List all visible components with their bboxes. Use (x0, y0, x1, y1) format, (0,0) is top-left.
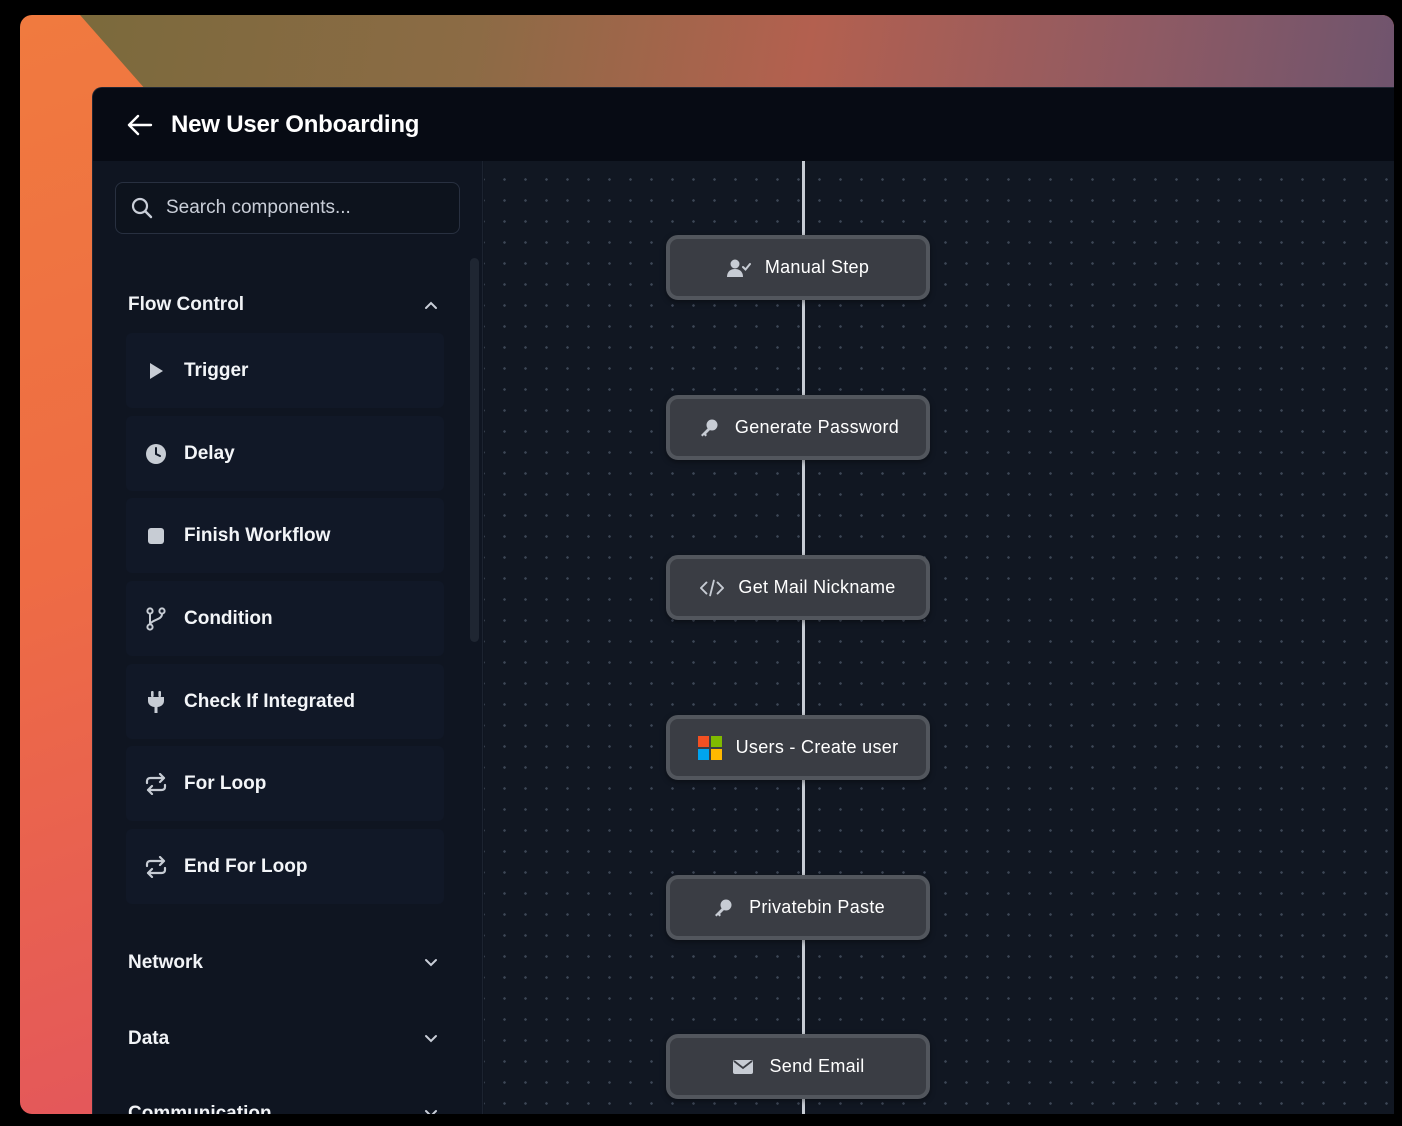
component-label: Trigger (184, 359, 249, 381)
section-flow-control[interactable]: Flow Control (128, 294, 438, 316)
component-label: Finish Workflow (184, 524, 331, 546)
component-finish-workflow[interactable]: Finish Workflow (126, 498, 444, 573)
flow-node-get-mail-nickname[interactable]: Get Mail Nickname (666, 555, 930, 620)
branch-icon (144, 606, 168, 631)
component-trigger[interactable]: Trigger (126, 333, 444, 408)
top-bar: New User Onboarding (93, 88, 1394, 161)
component-condition[interactable]: Condition (126, 581, 444, 656)
component-for-loop[interactable]: For Loop (126, 746, 444, 821)
flow-node-send-email[interactable]: Send Email (666, 1034, 930, 1099)
node-label: Manual Step (764, 257, 870, 277)
search-icon (131, 197, 153, 219)
search-box[interactable] (115, 182, 460, 234)
key-icon (697, 416, 721, 440)
clock-icon (144, 442, 168, 466)
section-data[interactable]: Data (128, 1028, 438, 1050)
node-label: Send Email (769, 1056, 865, 1076)
chevron-down-icon (425, 959, 437, 967)
back-button[interactable] (123, 108, 157, 142)
flow-node-manual-step[interactable]: Manual Step (666, 235, 930, 300)
section-label: Flow Control (128, 294, 245, 315)
flow-connector-line (802, 161, 805, 1114)
repeat-icon (144, 855, 168, 879)
component-label: End For Loop (184, 855, 308, 877)
arrow-left-icon (127, 114, 153, 135)
node-label: Privatebin Paste (749, 897, 885, 917)
node-label: Get Mail Nickname (738, 577, 896, 597)
chevron-down-icon (425, 1110, 437, 1114)
flow-node-generate-password[interactable]: Generate Password (666, 395, 930, 460)
section-communication[interactable]: Communication (128, 1103, 438, 1114)
component-end-for-loop[interactable]: End For Loop (126, 829, 444, 904)
page-title: New User Onboarding (171, 110, 420, 138)
play-icon (144, 359, 168, 383)
flow-node-privatebin-paste[interactable]: Privatebin Paste (666, 875, 930, 940)
node-label: Users - Create user (735, 737, 899, 757)
section-label: Network (128, 952, 203, 973)
component-label: Condition (184, 607, 273, 629)
component-label: Delay (184, 442, 235, 464)
section-label: Data (128, 1028, 170, 1049)
stop-icon (144, 524, 168, 548)
workflow-editor-window: New User Onboarding Flow Control Trigger (92, 87, 1394, 1114)
component-check-if-integrated[interactable]: Check If Integrated (126, 664, 444, 739)
components-sidebar: Flow Control Trigger Delay (93, 161, 483, 1114)
flow-node-users-create-user[interactable]: Users - Create user (666, 715, 930, 780)
search-input[interactable] (166, 197, 436, 219)
node-label: Generate Password (734, 417, 900, 437)
chevron-up-icon (425, 301, 437, 309)
key-icon (711, 896, 735, 920)
plug-icon (144, 690, 168, 714)
repeat-icon (144, 772, 168, 796)
component-delay[interactable]: Delay (126, 416, 444, 491)
chevron-down-icon (425, 1035, 437, 1043)
section-label: Communication (128, 1103, 272, 1114)
microsoft-logo-icon (697, 735, 722, 760)
envelope-icon (731, 1055, 755, 1079)
code-icon (700, 576, 725, 600)
component-label: For Loop (184, 772, 267, 794)
sidebar-scrollbar[interactable] (470, 258, 479, 642)
workflow-canvas[interactable]: Manual Step Generate Password Get Mail N… (484, 161, 1394, 1114)
component-label: Check If Integrated (184, 690, 356, 712)
section-network[interactable]: Network (128, 952, 438, 974)
user-check-icon (726, 256, 751, 280)
